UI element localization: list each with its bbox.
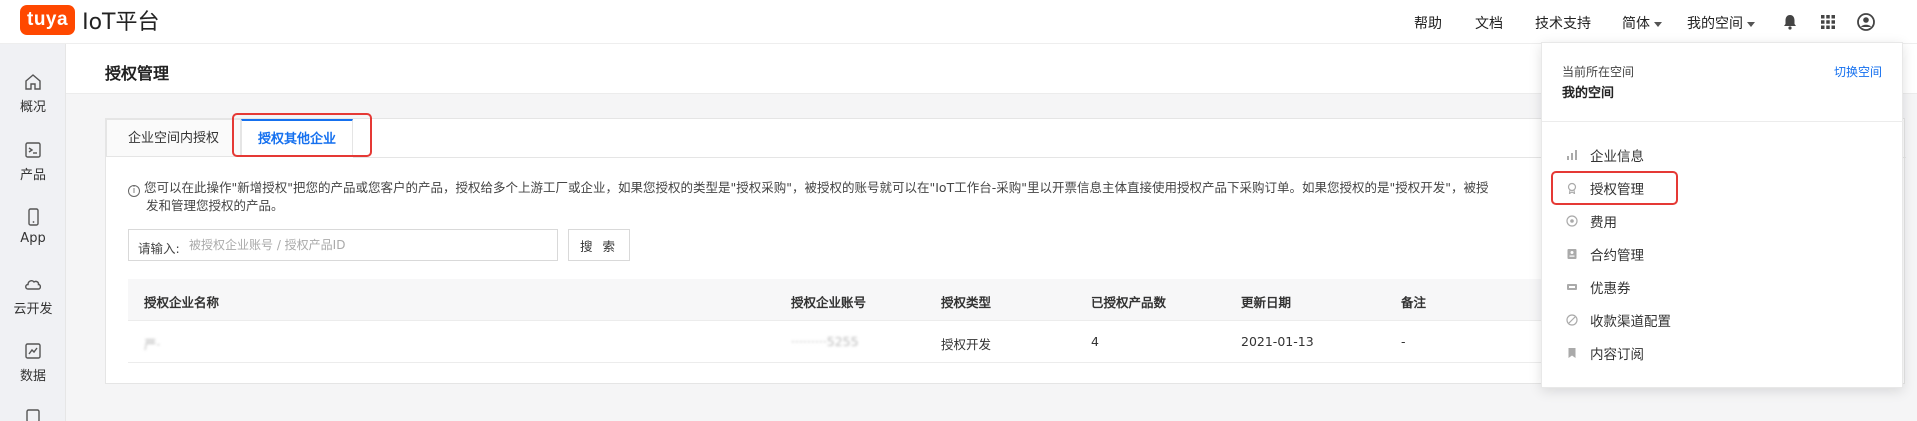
sidebar-item-app[interactable]: App [0,207,66,246]
logo-badge: tuya [20,5,76,35]
tab-highlight-box [232,113,372,157]
home-icon [25,74,41,90]
language-select[interactable]: 简体 [1622,13,1662,33]
col-enterprise-account: 授权企业账号 [791,295,867,310]
search-input[interactable] [189,231,549,259]
sidebar-item-label: 概况 [19,100,46,115]
menu-item-label: 费用 [1590,215,1617,231]
sidebar-item-label: App [20,231,46,246]
menu-item-payment-channels[interactable]: 收款渠道配置 [1566,309,1671,331]
chevron-down-icon [1654,21,1662,27]
notice-line-1: 您可以在此操作"新增授权"把您的产品或您客户的产品，授权给多个上游工厂或企业，如… [144,180,1489,195]
sidebar-item-cloud-dev[interactable]: 云开发 [0,274,66,317]
current-space-name: 我的空间 [1562,86,1615,101]
sidebar-item-label: 产品 [19,168,46,183]
cell-update-date: 2021-01-13 [1241,334,1314,349]
notice-line-2: 发和管理您授权的产品。 [146,198,284,213]
bar-chart-icon [1567,150,1577,160]
sidebar-item-overview[interactable]: 概况 [0,72,66,115]
user-avatar-icon[interactable] [1856,12,1876,32]
sidebar-item-data[interactable]: 数据 [0,341,66,384]
menu-item-label: 收款渠道配置 [1590,314,1671,330]
bookmark-icon [1568,348,1576,358]
menu-item-content-subscription[interactable]: 内容订阅 [1566,342,1644,364]
menu-item-enterprise-info[interactable]: 企业信息 [1566,144,1644,166]
nav-support[interactable]: 技术支持 [1535,13,1591,33]
logo[interactable]: tuya IoT平台 [20,4,159,36]
phone-icon [28,208,39,226]
cell-enterprise-name: 严· [144,337,161,352]
search-label: 请输入: [138,241,180,256]
nav-help[interactable]: 帮助 [1414,13,1442,33]
contract-icon [1567,249,1577,259]
info-icon: i [128,185,140,197]
sidebar: 概况 产品 App 云开发 数据 [0,44,66,421]
space-dropdown: 当前所在空间 我的空间 切换空间 企业信息 授权管理 费用 合约管理 优惠券 收… [1541,42,1904,388]
bell-icon[interactable] [1780,12,1800,32]
sidebar-item-more[interactable] [0,406,66,421]
cloud-icon [25,280,42,290]
dropdown-divider [1542,121,1904,122]
page-title: 授权管理 [105,64,170,83]
menu-item-coupons[interactable]: 优惠券 [1566,276,1631,298]
cell-auth-type: 授权开发 [941,337,992,352]
chart-icon [25,343,41,359]
space-label: 我的空间 [1687,16,1743,32]
menu-highlight-box [1551,171,1678,205]
search-box: 请输入: [128,229,558,261]
cell-note: - [1401,334,1406,349]
notice-text: i 您可以在此操作"新增授权"把您的产品或您客户的产品，授权给多个上游工厂或企业，… [128,179,1628,215]
logo-text: IoT平台 [82,10,160,35]
menu-item-contracts[interactable]: 合约管理 [1566,243,1644,265]
space-select[interactable]: 我的空间 [1687,13,1755,33]
menu-item-label: 合约管理 [1590,248,1644,264]
col-update-date: 更新日期 [1241,295,1292,310]
top-bar: tuya IoT平台 帮助 文档 技术支持 简体 我的空间 [0,0,1917,44]
language-label: 简体 [1622,16,1650,32]
cell-product-count: 4 [1091,334,1099,349]
apps-grid-icon[interactable] [1818,12,1838,32]
col-note: 备注 [1401,295,1427,310]
sidebar-item-product[interactable]: 产品 [0,140,66,183]
channel-icon [1566,314,1578,326]
current-space-caption: 当前所在空间 [1562,65,1635,79]
menu-item-label: 企业信息 [1590,149,1644,165]
menu-item-label: 优惠券 [1590,281,1631,297]
sidebar-item-label: 数据 [19,369,46,384]
nav-docs[interactable]: 文档 [1475,13,1503,33]
chevron-down-icon [1747,21,1755,27]
sidebar-item-label: 云开发 [13,302,53,317]
coin-icon [1566,215,1578,227]
terminal-icon [25,142,41,158]
tab-internal-auth[interactable]: 企业空间内授权 [106,119,241,157]
col-enterprise-name: 授权企业名称 [144,295,220,310]
col-auth-type: 授权类型 [941,295,992,310]
col-product-count: 已授权产品数 [1091,295,1167,310]
switch-space-link[interactable]: 切换空间 [1834,63,1882,80]
menu-item-fees[interactable]: 费用 [1566,210,1617,232]
search-button[interactable]: 搜 索 [568,229,630,261]
coupon-icon [1567,284,1577,290]
menu-item-label: 内容订阅 [1590,347,1644,363]
box-icon [26,409,40,421]
cell-enterprise-account: ·········5255 [791,334,859,349]
